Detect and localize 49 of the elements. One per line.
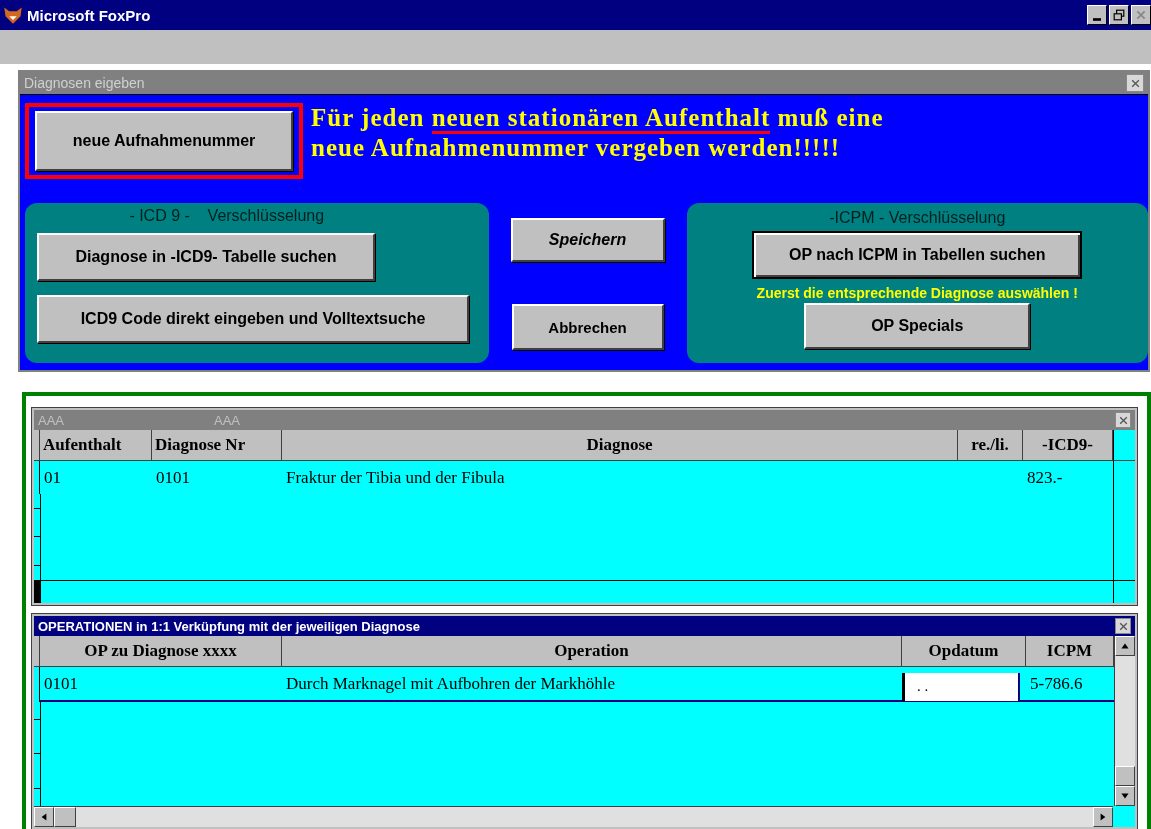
column-header[interactable]: Diagnose Nr [152, 430, 282, 461]
close-icon [1117, 620, 1129, 632]
column-header[interactable]: re./li. [958, 430, 1023, 461]
minimize-icon [1093, 18, 1101, 21]
cancel-button[interactable]: Abbrechen [511, 304, 664, 350]
fox-icon [3, 5, 23, 25]
browse-title: AAA [38, 412, 64, 428]
scroll-down-icon[interactable] [1115, 786, 1135, 806]
close-icon [1117, 414, 1129, 426]
column-header[interactable]: Aufenthalt [40, 430, 152, 461]
save-button[interactable]: Speichern [510, 218, 665, 262]
restore-icon [1113, 9, 1125, 21]
vertical-scrollbar[interactable] [1114, 636, 1135, 806]
window-title: Microsoft FoxPro [27, 6, 151, 24]
table-cell-text: 01 [43, 467, 62, 489]
scroll-up-icon[interactable] [1115, 636, 1135, 656]
dialog-title: Diagnosen eigeben [24, 75, 145, 91]
search-button[interactable]: ICD9 Code direkt eingeben und Volltextsuche [37, 295, 469, 343]
scroll-left-icon[interactable] [34, 807, 54, 827]
column-header[interactable]: Operation [282, 636, 902, 667]
restore-button[interactable] [1109, 5, 1129, 25]
browse-title: AAA [214, 412, 241, 428]
column-header[interactable]: -ICD9- [1023, 430, 1113, 461]
horizontal-scrollbar[interactable] [34, 806, 1113, 827]
table-cell-text: 0101 [155, 467, 191, 489]
notice-text: Für jeden neuen stationären Aufenthalt muß eine neue Aufnahmenummer vergeben werden!!!!! [311, 103, 885, 163]
column-header[interactable]: ICPM [1026, 636, 1114, 667]
new-admission-button[interactable]: neue Aufnahmenummer [35, 111, 293, 171]
group-title: -ICPM - Verschlüsselung [829, 209, 1006, 227]
column-header[interactable]: OP zu Diagnose xxxx [40, 636, 282, 667]
specials-button[interactable]: OP Specials [804, 303, 1031, 349]
scroll-thumb[interactable] [1115, 766, 1135, 786]
close-icon [1129, 77, 1141, 89]
scroll-thumb[interactable] [54, 807, 76, 827]
table-cell-text: Fraktur der Tibia und der Fibula [285, 467, 506, 489]
table-cell: 0101 [40, 667, 282, 702]
hint-text: Zuerst die entsprechende Diagnose auswählen ! [756, 285, 1078, 301]
group-title: - ICD 9 - Verschlüsselung [129, 207, 325, 225]
close-icon [1135, 9, 1147, 21]
minimize-button[interactable] [1087, 5, 1107, 25]
date-field[interactable]: . . [902, 672, 1020, 701]
column-header[interactable]: Diagnose [282, 430, 958, 461]
scroll-right-icon[interactable] [1093, 807, 1113, 827]
search-button[interactable]: Diagnose in -ICD9- Tabelle suchen [37, 233, 375, 281]
column-header[interactable]: Opdatum [902, 636, 1026, 667]
search-button[interactable]: OP nach ICPM in Tabellen suchen [752, 231, 1083, 279]
table-cell: Durch Marknagel mit Aufbohren der Markhöhle [282, 667, 902, 702]
table-cell-text: 823.- [1026, 467, 1064, 489]
browse-title: OPERATIONEN in 1:1 Verküpfung mit der jeweiligen Diagnose [38, 618, 420, 634]
